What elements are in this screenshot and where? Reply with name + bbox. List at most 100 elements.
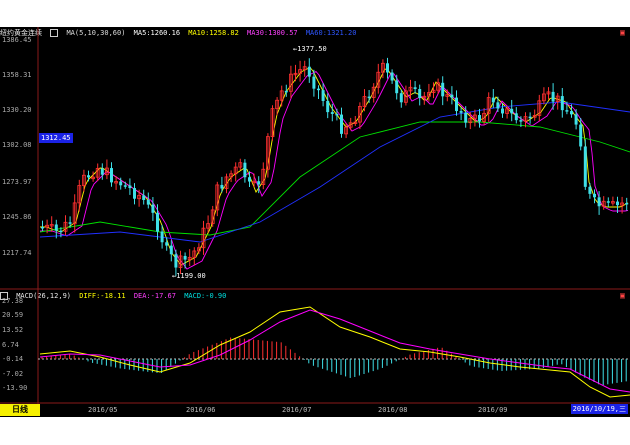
candle bbox=[137, 189, 142, 207]
candle bbox=[224, 173, 229, 194]
candle-body bbox=[257, 181, 261, 185]
candle bbox=[560, 87, 564, 118]
candle bbox=[514, 107, 518, 124]
candle bbox=[298, 60, 303, 82]
candle-body bbox=[597, 197, 601, 207]
candle bbox=[330, 103, 334, 122]
candle-body bbox=[142, 195, 146, 200]
candle-body bbox=[123, 185, 127, 187]
x-label: 2016/08 bbox=[378, 406, 408, 414]
candle-body bbox=[317, 88, 320, 91]
candle-body bbox=[455, 97, 458, 112]
candle bbox=[486, 92, 491, 122]
candle bbox=[133, 183, 136, 205]
candle bbox=[77, 179, 82, 212]
macd-dea-line bbox=[39, 309, 630, 393]
candle bbox=[367, 89, 371, 103]
candle bbox=[183, 252, 187, 269]
candle-body bbox=[156, 212, 159, 232]
low-annotation: ←1199.00 bbox=[172, 272, 206, 280]
candle-body bbox=[174, 254, 178, 268]
moving-average-lines bbox=[39, 66, 630, 270]
candle-body bbox=[593, 193, 596, 198]
candle-body bbox=[160, 231, 164, 243]
candle bbox=[151, 197, 155, 221]
candle-body bbox=[390, 72, 394, 81]
candle bbox=[611, 196, 615, 206]
candle bbox=[105, 159, 109, 180]
candle-body bbox=[491, 97, 495, 103]
candle bbox=[293, 64, 298, 82]
y-label: 1386.45 bbox=[2, 36, 32, 44]
candle bbox=[215, 181, 220, 217]
candle-body bbox=[560, 96, 564, 111]
candle bbox=[606, 197, 610, 207]
candle-body bbox=[146, 199, 150, 205]
candle-body bbox=[340, 114, 343, 134]
candle bbox=[593, 189, 596, 204]
candle-body bbox=[110, 168, 113, 183]
candle-body bbox=[133, 188, 136, 199]
y-label: 1330.20 bbox=[2, 106, 32, 114]
current-date-box: 2016/10/19,三 bbox=[570, 404, 628, 414]
candle bbox=[340, 107, 343, 138]
candle bbox=[408, 79, 413, 100]
candle bbox=[307, 58, 311, 83]
y-label: 1273.97 bbox=[2, 178, 32, 186]
candle bbox=[413, 81, 417, 94]
chart-window[interactable]: 纽约黄金连续 MA(5,10,30,60) MA5:1260.16 MA10:1… bbox=[0, 27, 630, 417]
macd-y-label: 27.38 bbox=[2, 297, 24, 305]
candle bbox=[279, 85, 284, 107]
candlestick-chart[interactable] bbox=[0, 27, 630, 417]
candle bbox=[326, 93, 330, 119]
candle-body bbox=[335, 113, 339, 116]
candle bbox=[233, 162, 238, 182]
macd-y-label: -0.14 bbox=[2, 355, 24, 363]
candle bbox=[422, 91, 427, 105]
y-label: 1302.08 bbox=[2, 141, 32, 149]
macd-y-label: 6.74 bbox=[2, 341, 19, 349]
candle bbox=[261, 162, 266, 190]
candle-body bbox=[54, 224, 58, 231]
candle-body bbox=[478, 115, 481, 122]
candle bbox=[321, 83, 325, 107]
x-label: 2016/06 bbox=[186, 406, 216, 414]
candle bbox=[455, 90, 458, 116]
candle bbox=[156, 204, 159, 240]
candle bbox=[91, 171, 95, 182]
candle bbox=[441, 76, 445, 106]
candle-body bbox=[606, 201, 610, 203]
candle bbox=[390, 69, 394, 84]
candle-body bbox=[169, 245, 173, 255]
candle bbox=[317, 85, 320, 100]
macd-y-label: 20.59 bbox=[2, 311, 24, 319]
period-selector[interactable]: 日线 bbox=[0, 404, 40, 416]
candle-body bbox=[248, 177, 251, 182]
candle-body bbox=[565, 110, 569, 112]
candle bbox=[386, 57, 389, 79]
candle-body bbox=[326, 100, 330, 113]
candle bbox=[418, 84, 422, 106]
candle bbox=[574, 109, 578, 130]
candle-body bbox=[68, 222, 72, 224]
candle-body bbox=[570, 111, 573, 115]
candle bbox=[532, 109, 537, 121]
candle bbox=[588, 183, 592, 199]
candle-body bbox=[395, 80, 399, 94]
candle-body bbox=[441, 82, 445, 97]
candle-body bbox=[183, 255, 187, 260]
candle-body bbox=[312, 76, 316, 89]
candle bbox=[362, 89, 367, 112]
candle-body bbox=[87, 175, 90, 178]
candle bbox=[312, 69, 316, 97]
candle bbox=[395, 74, 399, 100]
candle bbox=[288, 65, 293, 99]
candle bbox=[542, 87, 546, 105]
candlestick-series bbox=[41, 57, 629, 277]
candle bbox=[579, 118, 583, 151]
current-price-box: 1312.45 bbox=[39, 133, 73, 143]
candle-body bbox=[41, 227, 44, 229]
candle bbox=[625, 197, 629, 211]
candle-body bbox=[100, 168, 104, 175]
candle-body bbox=[413, 87, 417, 90]
